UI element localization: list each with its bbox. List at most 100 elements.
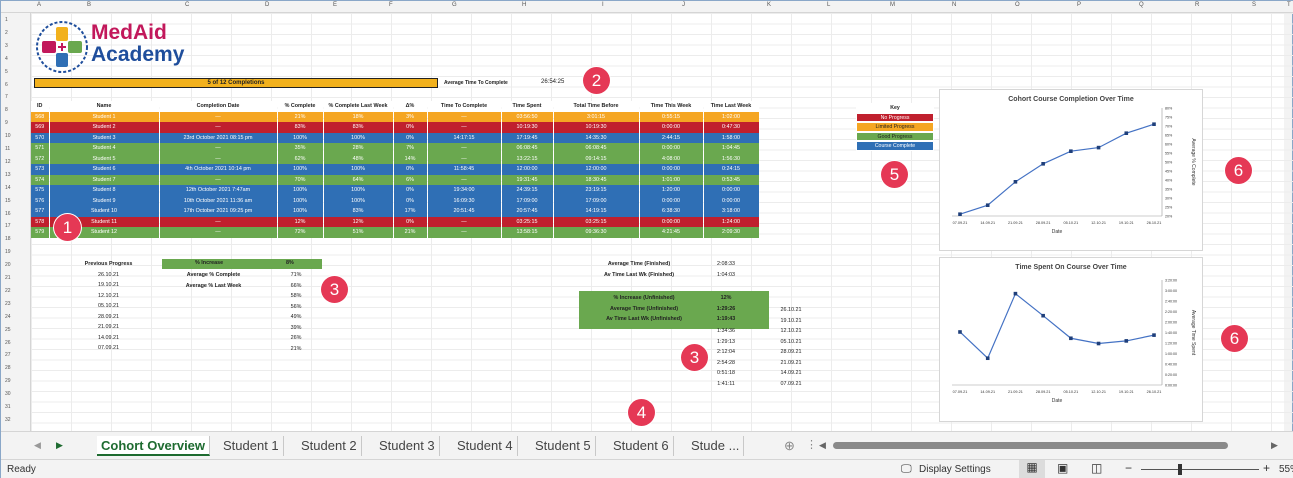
- table-cell[interactable]: 28%: [323, 143, 394, 154]
- table-cell[interactable]: 19:31:45: [501, 174, 554, 185]
- table-cell[interactable]: —: [159, 216, 278, 227]
- sheet-tab[interactable]: Stude ...: [687, 436, 745, 456]
- previous-progress-pct[interactable]: 21%: [281, 344, 311, 355]
- table-cell[interactable]: 83%: [323, 122, 394, 133]
- row-header-6[interactable]: 6: [1, 82, 29, 88]
- table-cell[interactable]: 2:44:15: [639, 132, 704, 143]
- table-cell[interactable]: 13:22:15: [501, 153, 554, 164]
- previous-progress-date[interactable]: 26.10.21: [61, 270, 156, 281]
- weekly-date-value[interactable]: 28.09.21: [766, 347, 816, 358]
- weekly-date-value[interactable]: 12.10.21: [766, 326, 816, 337]
- table-cell[interactable]: 35%: [277, 143, 324, 154]
- table-cell[interactable]: 1:02:00: [703, 111, 760, 122]
- table-cell[interactable]: 100%: [277, 206, 324, 217]
- table-header-cell[interactable]: Time Last Week: [703, 101, 760, 112]
- column-header-k[interactable]: K: [767, 2, 771, 8]
- row-header-32[interactable]: 32: [1, 417, 29, 423]
- table-cell[interactable]: 03:56:50: [501, 111, 554, 122]
- column-header-l[interactable]: L: [827, 2, 830, 8]
- row-header-10[interactable]: 10: [1, 133, 29, 139]
- table-cell[interactable]: 51%: [323, 227, 394, 238]
- previous-progress-date[interactable]: 28.09.21: [61, 312, 156, 323]
- previous-progress-pct[interactable]: 58%: [281, 291, 311, 302]
- table-header-cell[interactable]: % Complete: [277, 101, 324, 112]
- row-header-23[interactable]: 23: [1, 301, 29, 307]
- table-cell[interactable]: 578: [31, 216, 50, 227]
- table-cell[interactable]: —: [427, 174, 502, 185]
- row-header-29[interactable]: 29: [1, 378, 29, 384]
- table-header-cell[interactable]: Time This Week: [639, 101, 704, 112]
- table-cell[interactable]: 83%: [277, 122, 324, 133]
- table-header-cell[interactable]: Name: [49, 101, 160, 112]
- table-cell[interactable]: 24:39:15: [501, 185, 554, 196]
- row-header-25[interactable]: 25: [1, 327, 29, 333]
- table-cell[interactable]: Student 9: [49, 195, 160, 206]
- table-cell[interactable]: 6:38:30: [639, 206, 704, 217]
- table-cell[interactable]: 0:00:00: [639, 216, 704, 227]
- sheet-tab[interactable]: Student 1: [219, 436, 284, 456]
- weekly-time-value[interactable]: 1:41:11: [701, 379, 751, 390]
- table-cell[interactable]: 572: [31, 153, 50, 164]
- table-cell[interactable]: 83%: [323, 206, 394, 217]
- table-cell[interactable]: 17:09:00: [501, 195, 554, 206]
- table-cell[interactable]: 48%: [323, 153, 394, 164]
- weekly-date-value[interactable]: 05.10.21: [766, 337, 816, 348]
- table-cell[interactable]: 100%: [323, 195, 394, 206]
- avg-time-last-wk-unfinished-value[interactable]: 1:19:43: [701, 314, 751, 325]
- table-cell[interactable]: 100%: [277, 164, 324, 175]
- table-cell[interactable]: —: [427, 216, 502, 227]
- table-cell[interactable]: 1:24:00: [703, 216, 760, 227]
- row-header-13[interactable]: 13: [1, 172, 29, 178]
- table-cell[interactable]: —: [159, 153, 278, 164]
- table-cell[interactable]: 14%: [393, 153, 428, 164]
- row-header-7[interactable]: 7: [1, 94, 29, 100]
- table-cell[interactable]: 100%: [277, 185, 324, 196]
- table-cell[interactable]: Student 4: [49, 143, 160, 154]
- sheet-tab[interactable]: Student 5: [531, 436, 596, 456]
- row-header-26[interactable]: 26: [1, 340, 29, 346]
- avg-time-finished-value[interactable]: 2:08:33: [701, 259, 751, 270]
- table-cell[interactable]: Student 8: [49, 185, 160, 196]
- previous-progress-pct[interactable]: 71%: [281, 270, 311, 281]
- table-header-cell[interactable]: Time Spent: [501, 101, 554, 112]
- table-cell[interactable]: 12:00:00: [501, 164, 554, 175]
- weekly-date-value[interactable]: 21.09.21: [766, 358, 816, 369]
- table-cell[interactable]: 17:19:45: [501, 132, 554, 143]
- weekly-time-value[interactable]: 1:34:36: [701, 326, 751, 337]
- table-cell[interactable]: 3:18:00: [703, 206, 760, 217]
- table-cell[interactable]: 1:04:45: [703, 143, 760, 154]
- column-header-f[interactable]: F: [389, 2, 393, 8]
- table-header-cell[interactable]: Δ%: [393, 101, 428, 112]
- table-cell[interactable]: 18%: [323, 111, 394, 122]
- weekly-date-value[interactable]: 14.09.21: [766, 368, 816, 379]
- table-cell[interactable]: 100%: [323, 132, 394, 143]
- table-cell[interactable]: —: [159, 174, 278, 185]
- table-cell[interactable]: —: [159, 227, 278, 238]
- row-header-9[interactable]: 9: [1, 120, 29, 126]
- table-cell[interactable]: 0:00:00: [703, 185, 760, 196]
- page-break-view-icon[interactable]: ◫: [1091, 461, 1102, 475]
- table-cell[interactable]: 21%: [393, 227, 428, 238]
- normal-view-icon[interactable]: ▦: [1019, 460, 1045, 478]
- column-header-r[interactable]: R: [1195, 2, 1199, 8]
- weekly-time-value[interactable]: 0:51:18: [701, 368, 751, 379]
- column-header-a[interactable]: A: [37, 2, 41, 8]
- display-settings-button[interactable]: Display Settings: [919, 464, 991, 475]
- column-header-j[interactable]: J: [682, 2, 685, 8]
- previous-progress-pct[interactable]: 66%: [281, 281, 311, 292]
- column-header-g[interactable]: G: [452, 2, 457, 8]
- table-cell[interactable]: 0:00:00: [639, 164, 704, 175]
- column-header-t[interactable]: T: [1287, 2, 1291, 8]
- weekly-time-value[interactable]: 2:12:04: [701, 347, 751, 358]
- column-header-h[interactable]: H: [522, 2, 526, 8]
- table-cell[interactable]: 17th October 2021 09:25 pm: [159, 206, 278, 217]
- table-header-cell[interactable]: Time To Complete: [427, 101, 502, 112]
- weekly-time-value[interactable]: 2:54:28: [701, 358, 751, 369]
- table-cell[interactable]: 20:51:45: [427, 206, 502, 217]
- column-header-s[interactable]: S: [1252, 2, 1256, 8]
- row-header-27[interactable]: 27: [1, 352, 29, 358]
- table-cell[interactable]: 72%: [277, 227, 324, 238]
- table-cell[interactable]: 06:08:45: [501, 143, 554, 154]
- table-cell[interactable]: 7%: [393, 143, 428, 154]
- avg-time-last-wk-finished-value[interactable]: 1:04:03: [701, 270, 751, 281]
